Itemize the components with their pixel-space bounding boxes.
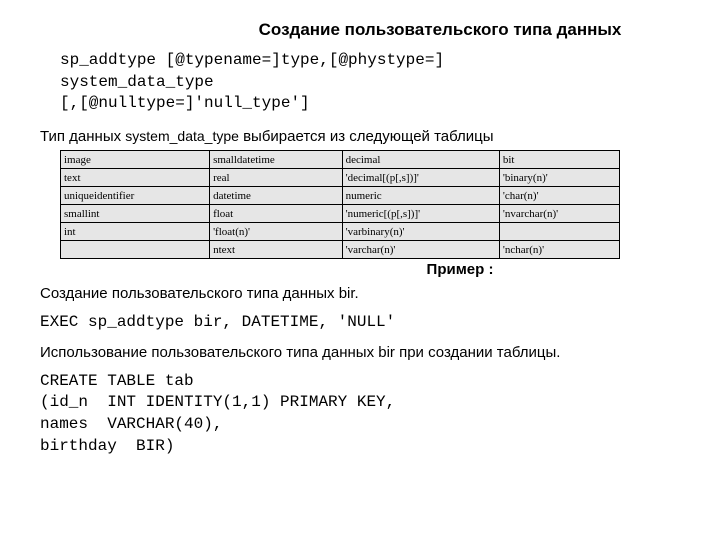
table-cell: smallint bbox=[61, 205, 210, 223]
table-cell: uniqueidentifier bbox=[61, 187, 210, 205]
table-cell: numeric bbox=[342, 187, 499, 205]
table-row: imagesmalldatetimedecimalbit bbox=[61, 151, 620, 169]
table-intro: Тип данных system_data_type выбирается и… bbox=[40, 127, 680, 147]
example-label: Пример : bbox=[240, 261, 680, 278]
table-cell: ntext bbox=[210, 241, 343, 259]
page-title: Создание пользовательского типа данных bbox=[200, 20, 680, 40]
table-row: smallintfloat'numeric[(p[,s])]''nvarchar… bbox=[61, 205, 620, 223]
table-cell: 'float(n)' bbox=[210, 223, 343, 241]
types-table: imagesmalldatetimedecimalbittextreal'dec… bbox=[60, 150, 620, 259]
table-cell: int bbox=[61, 223, 210, 241]
table-cell: decimal bbox=[342, 151, 499, 169]
table-intro-mono: system_data_type bbox=[125, 128, 239, 144]
table-cell: 'char(n)' bbox=[499, 187, 619, 205]
table-cell: 'decimal[(p[,s])]' bbox=[342, 169, 499, 187]
example-code-1: EXEC sp_addtype bir, DATETIME, 'NULL' bbox=[40, 312, 680, 334]
table-cell: float bbox=[210, 205, 343, 223]
table-row: int'float(n)''varbinary(n)' bbox=[61, 223, 620, 241]
table-cell: 'binary(n)' bbox=[499, 169, 619, 187]
table-cell: bit bbox=[499, 151, 619, 169]
table-cell: 'numeric[(p[,s])]' bbox=[342, 205, 499, 223]
table-cell: smalldatetime bbox=[210, 151, 343, 169]
table-cell: image bbox=[61, 151, 210, 169]
example-text-1: Создание пользовательского типа данных b… bbox=[40, 284, 680, 304]
table-row: uniqueidentifierdatetimenumeric'char(n)' bbox=[61, 187, 620, 205]
example-code-2: CREATE TABLE tab (id_n INT IDENTITY(1,1)… bbox=[40, 371, 680, 457]
table-cell bbox=[61, 241, 210, 259]
table-cell: text bbox=[61, 169, 210, 187]
table-intro-prefix: Тип данных bbox=[40, 128, 125, 145]
table-cell bbox=[499, 223, 619, 241]
table-cell: 'nchar(n)' bbox=[499, 241, 619, 259]
table-row: textreal'decimal[(p[,s])]''binary(n)' bbox=[61, 169, 620, 187]
table-row: ntext'varchar(n)''nchar(n)' bbox=[61, 241, 620, 259]
table-cell: 'nvarchar(n)' bbox=[499, 205, 619, 223]
table-cell: 'varbinary(n)' bbox=[342, 223, 499, 241]
syntax-block: sp_addtype [@typename=]type,[@phystype=]… bbox=[60, 50, 680, 115]
table-cell: 'varchar(n)' bbox=[342, 241, 499, 259]
table-cell: real bbox=[210, 169, 343, 187]
example-text-2: Использование пользовательского типа дан… bbox=[40, 343, 680, 363]
table-intro-suffix: выбирается из следующей таблицы bbox=[239, 128, 494, 145]
table-cell: datetime bbox=[210, 187, 343, 205]
